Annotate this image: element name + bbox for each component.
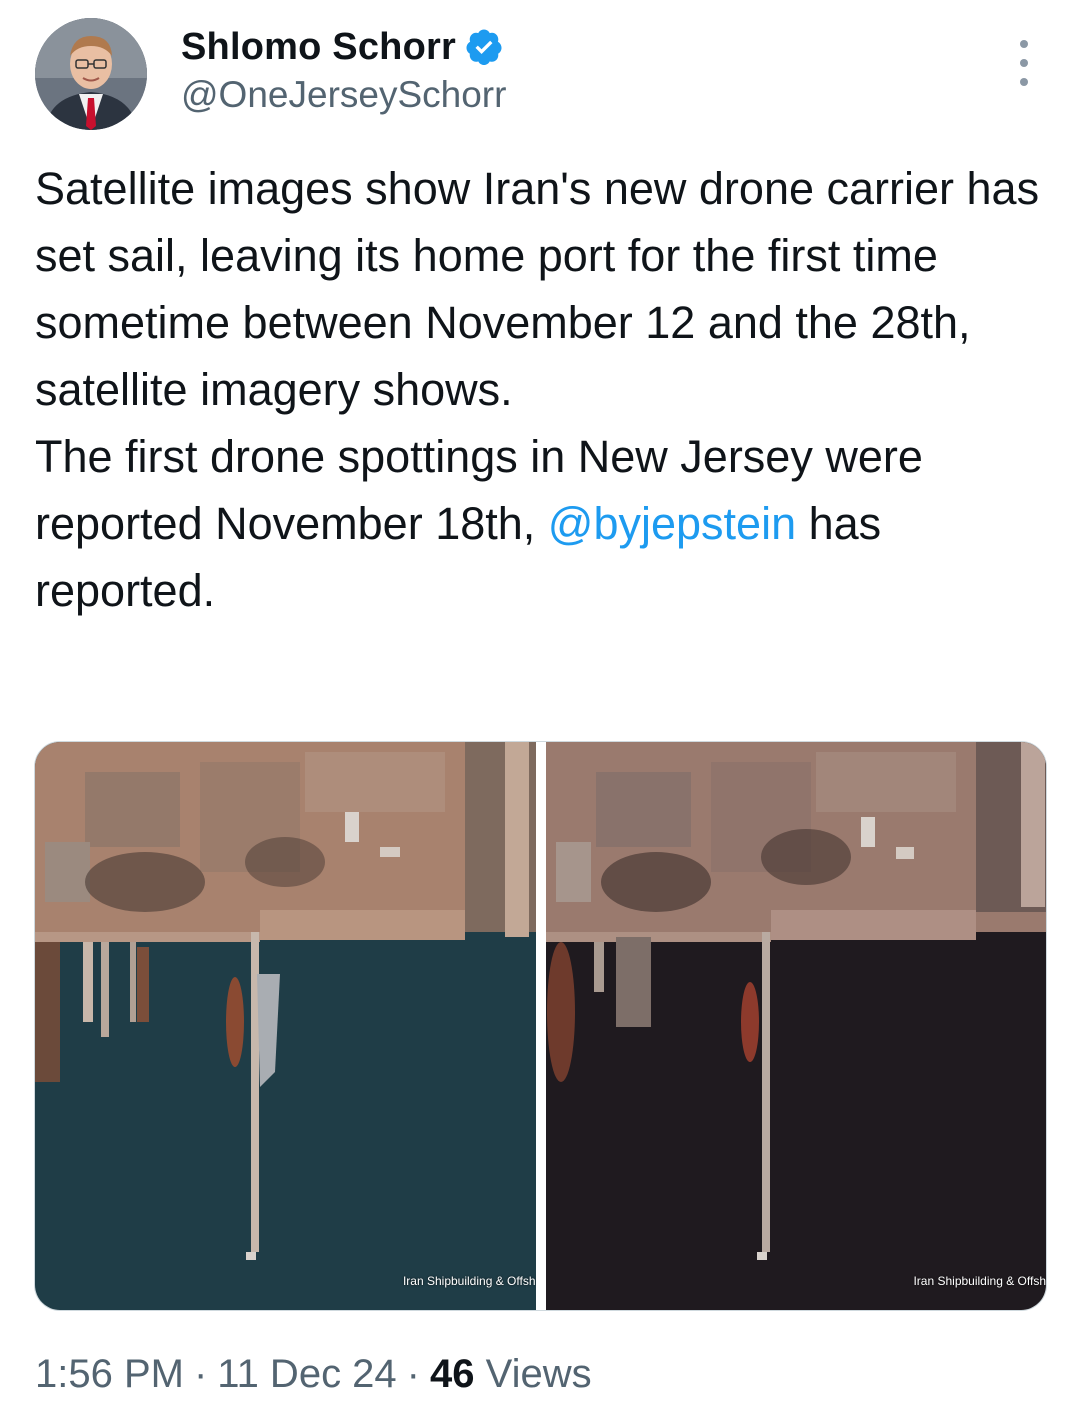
image-caption-after: Iran Shipbuilding & Offsh: [913, 1274, 1046, 1288]
more-vertical-icon[interactable]: [1004, 40, 1044, 86]
satellite-image-after[interactable]: Iran Shipbuilding & Offsh: [545, 742, 1046, 1310]
mention-link[interactable]: @byjepstein: [548, 498, 796, 549]
author-name[interactable]: Shlomo Schorr: [181, 26, 456, 69]
views-count[interactable]: 46: [430, 1352, 475, 1396]
tweet-text: Satellite images show Iran's new drone c…: [35, 155, 1055, 624]
tweet-meta: 1:56 PM · 11 Dec 24 · 46 Views: [35, 1352, 592, 1397]
separator-dot: ·: [193, 1352, 208, 1396]
satellite-image-before[interactable]: Iran Shipbuilding & Offsh: [35, 742, 536, 1310]
separator-dot: ·: [406, 1352, 420, 1396]
views-label[interactable]: Views: [486, 1352, 592, 1396]
tweet-paragraph-2: The first drone spottings in New Jersey …: [35, 423, 1055, 624]
author-handle[interactable]: @OneJerseySchorr: [181, 74, 506, 116]
tweet-paragraph-1: Satellite images show Iran's new drone c…: [35, 163, 1040, 415]
author-name-row[interactable]: Shlomo Schorr: [181, 22, 504, 72]
tweet-time[interactable]: 1:56 PM: [35, 1352, 184, 1396]
verified-badge-icon[interactable]: [464, 27, 504, 67]
avatar-image: [35, 18, 147, 130]
tweet-date[interactable]: 11 Dec 24: [217, 1352, 396, 1396]
avatar[interactable]: [35, 18, 147, 130]
image-caption-before: Iran Shipbuilding & Offsh: [402, 1274, 536, 1288]
tweet-media[interactable]: Iran Shipbuilding & Offsh Iran Shipbuild…: [34, 741, 1047, 1311]
